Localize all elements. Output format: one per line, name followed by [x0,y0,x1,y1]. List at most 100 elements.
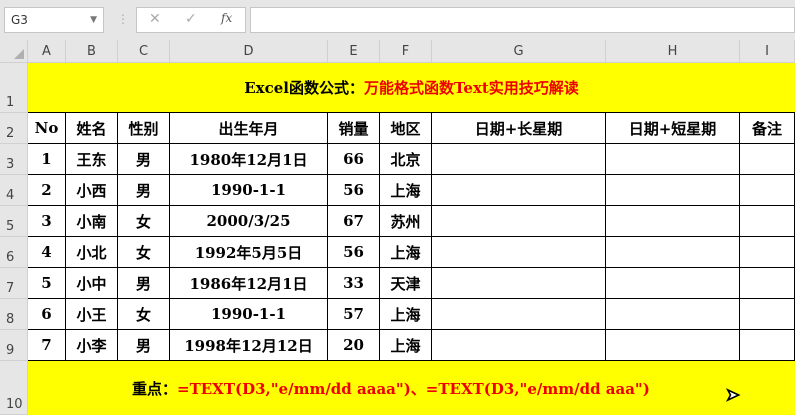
table-cell[interactable]: 小南 [66,206,118,237]
table-cell[interactable] [432,330,606,361]
table-cell[interactable]: 7 [28,330,66,361]
table-cell[interactable]: 4 [28,237,66,268]
table-cell[interactable]: 67 [328,206,380,237]
row-header[interactable]: 2 [0,113,28,144]
header-cell[interactable]: No [28,113,66,144]
table-cell[interactable]: 男 [118,175,170,206]
table-cell[interactable]: 1992年5月5日 [170,237,328,268]
header-cell[interactable]: 日期+短星期 [606,113,740,144]
table-cell[interactable]: 3 [28,206,66,237]
table-cell[interactable]: 57 [328,299,380,330]
column-header[interactable]: B [66,40,118,63]
table-cell[interactable] [740,175,795,206]
table-cell[interactable]: 1 [28,144,66,175]
table-cell[interactable]: 33 [328,268,380,299]
table-cell[interactable] [740,206,795,237]
table-cell[interactable] [432,144,606,175]
chevron-down-icon[interactable]: ▼ [90,8,97,32]
check-icon[interactable]: ✓ [185,11,197,27]
table-cell[interactable]: 天津 [380,268,432,299]
formula-input[interactable] [250,7,795,33]
column-header[interactable]: C [118,40,170,63]
table-cell[interactable]: 66 [328,144,380,175]
table-cell[interactable]: 上海 [380,237,432,268]
table-cell[interactable]: 女 [118,206,170,237]
table-cell[interactable]: 56 [328,175,380,206]
row-header[interactable]: 9 [0,330,28,361]
column-header[interactable]: H [606,40,740,63]
header-cell[interactable]: 姓名 [66,113,118,144]
table-cell[interactable]: 苏州 [380,206,432,237]
header-cell[interactable]: 地区 [380,113,432,144]
table-cell[interactable]: 男 [118,330,170,361]
table-cell[interactable]: 1986年12月1日 [170,268,328,299]
header-cell[interactable]: 销量 [328,113,380,144]
header-cell[interactable]: 日期+长星期 [432,113,606,144]
drag-handle-icon[interactable]: ⋮ [117,12,129,26]
table-cell[interactable] [606,206,740,237]
table-cell[interactable] [740,144,795,175]
table-cell[interactable] [606,175,740,206]
table-cell[interactable]: 女 [118,299,170,330]
table-cell[interactable]: 小西 [66,175,118,206]
select-all-corner[interactable] [0,40,28,63]
function-icon[interactable]: fx [221,11,232,25]
table-cell[interactable]: 20 [328,330,380,361]
table-cell[interactable] [740,268,795,299]
note-cell[interactable]: 重点： =TEXT(D3,"e/mm/dd aaaa")、=TEXT(D3,"e/… [28,361,795,415]
table-cell[interactable]: 小李 [66,330,118,361]
table-cell[interactable] [606,330,740,361]
table-cell[interactable]: 1990-1-1 [170,299,328,330]
table-cell[interactable]: 上海 [380,299,432,330]
row-header[interactable]: 3 [0,144,28,175]
table-cell[interactable] [740,299,795,330]
row-header[interactable]: 6 [0,237,28,268]
table-cell[interactable]: 6 [28,299,66,330]
table-cell[interactable]: 小中 [66,268,118,299]
select-all-icon[interactable] [14,49,24,59]
table-cell[interactable] [432,175,606,206]
column-header[interactable]: F [380,40,432,63]
table-cell[interactable] [606,237,740,268]
table-cell[interactable]: 上海 [380,175,432,206]
header-cell[interactable]: 出生年月 [170,113,328,144]
row-header[interactable]: 10 [0,361,28,415]
table-cell[interactable]: 王东 [66,144,118,175]
table-cell[interactable] [432,206,606,237]
row-header[interactable]: 8 [0,299,28,330]
row-header[interactable]: 7 [0,268,28,299]
table-cell[interactable]: 男 [118,268,170,299]
column-header[interactable]: I [740,40,795,63]
table-cell[interactable]: 2 [28,175,66,206]
table-cell[interactable]: 男 [118,144,170,175]
table-cell[interactable]: 1990-1-1 [170,175,328,206]
table-cell[interactable] [432,299,606,330]
name-box[interactable]: G3 ▼ [4,7,104,33]
row-header[interactable]: 4 [0,175,28,206]
table-cell[interactable]: 北京 [380,144,432,175]
table-cell[interactable] [606,144,740,175]
header-cell[interactable]: 性别 [118,113,170,144]
table-cell[interactable]: 女 [118,237,170,268]
table-cell[interactable] [432,237,606,268]
cancel-icon[interactable]: ✕ [149,11,161,27]
title-cell[interactable]: Excel函数公式： 万能格式函数Text实用技巧解读 [28,63,795,113]
table-cell[interactable] [606,299,740,330]
table-cell[interactable]: 5 [28,268,66,299]
column-header[interactable]: G [432,40,606,63]
row-header[interactable]: 1 [0,63,28,113]
table-cell[interactable] [432,268,606,299]
table-cell[interactable]: 小北 [66,237,118,268]
column-header[interactable]: A [28,40,66,63]
table-cell[interactable] [740,237,795,268]
table-cell[interactable]: 1980年12月1日 [170,144,328,175]
table-cell[interactable]: 2000/3/25 [170,206,328,237]
header-cell[interactable]: 备注 [740,113,795,144]
table-cell[interactable]: 1998年12月12日 [170,330,328,361]
table-cell[interactable]: 56 [328,237,380,268]
column-header[interactable]: D [170,40,328,63]
table-cell[interactable] [606,268,740,299]
column-header[interactable]: E [328,40,380,63]
table-cell[interactable]: 上海 [380,330,432,361]
row-header[interactable]: 5 [0,206,28,237]
